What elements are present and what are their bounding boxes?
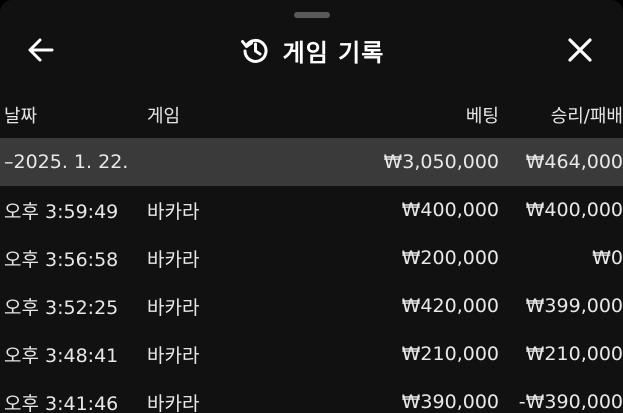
close-icon — [568, 38, 592, 62]
date-group-result-total: ₩464,000 — [525, 151, 623, 173]
column-header-date: 날짜 — [4, 106, 38, 127]
drag-handle[interactable] — [293, 12, 330, 18]
table-row[interactable]: 오후 3:59:49 바카라 ₩400,000 ₩400,000 — [0, 186, 623, 234]
history-icon — [240, 38, 268, 63]
row-bet: ₩210,000 — [401, 343, 499, 365]
column-header-game: 게임 — [147, 106, 181, 127]
row-time: 오후 3:41:46 — [4, 392, 119, 413]
row-game: 바카라 — [147, 248, 200, 271]
arrow-left-icon — [28, 38, 54, 62]
row-result: ₩400,000 — [525, 199, 623, 221]
date-group-label: –2025. 1. 22. — [4, 151, 129, 173]
table-row[interactable]: 오후 3:52:25 바카라 ₩420,000 ₩399,000 — [0, 282, 623, 330]
row-result: ₩210,000 — [525, 343, 623, 365]
close-button[interactable] — [565, 35, 595, 65]
row-game: 바카라 — [147, 344, 200, 367]
row-result: ₩399,000 — [525, 295, 623, 317]
column-header-bet: 베팅 — [465, 106, 499, 127]
row-game: 바카라 — [147, 296, 200, 319]
date-group-bet-total: ₩3,050,000 — [383, 151, 499, 173]
row-game: 바카라 — [147, 392, 200, 413]
row-time: 오후 3:48:41 — [4, 344, 119, 367]
row-bet: ₩420,000 — [401, 295, 499, 317]
row-time: 오후 3:56:58 — [4, 248, 119, 271]
column-header-result: 승리/패배 — [550, 106, 623, 127]
table-row[interactable]: 오후 3:41:46 바카라 ₩390,000 -₩390,000 — [0, 378, 623, 413]
title-group: 게임 기록 — [239, 33, 385, 68]
date-group-row[interactable]: –2025. 1. 22. ₩3,050,000 ₩464,000 — [0, 138, 623, 186]
page-title: 게임 기록 — [282, 38, 385, 67]
row-game: 바카라 — [147, 200, 200, 223]
game-history-panel: 게임 기록 날짜 게임 베팅 승리/패배 –2025. 1. 22. ₩3,05… — [0, 0, 623, 413]
row-bet: ₩200,000 — [401, 247, 499, 269]
table-row[interactable]: 오후 3:56:58 바카라 ₩200,000 ₩0 — [0, 234, 623, 282]
row-result: -₩390,000 — [518, 391, 623, 413]
row-bet: ₩400,000 — [401, 199, 499, 221]
back-button[interactable] — [26, 35, 56, 65]
row-result: ₩0 — [592, 247, 623, 269]
table-row[interactable]: 오후 3:48:41 바카라 ₩210,000 ₩210,000 — [0, 330, 623, 378]
table-header-row: 날짜 게임 베팅 승리/패배 — [0, 92, 623, 138]
row-bet: ₩390,000 — [401, 391, 499, 413]
row-time: 오후 3:59:49 — [4, 200, 119, 223]
header: 게임 기록 — [0, 26, 623, 74]
history-table: 날짜 게임 베팅 승리/패배 –2025. 1. 22. ₩3,050,000 … — [0, 92, 623, 413]
row-time: 오후 3:52:25 — [4, 296, 119, 319]
